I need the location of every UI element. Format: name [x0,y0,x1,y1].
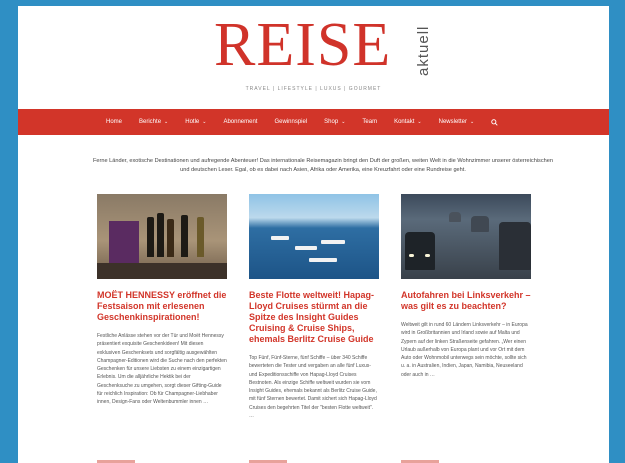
ship [271,236,289,240]
nav-item-newsletter[interactable]: Newsletter ⌄ [439,119,475,125]
article-card: MOËT HENNESSY eröffnet die Festsaison mi… [97,194,227,407]
article-card: Autofahren bei Linksverkehr – was gilt e… [401,194,531,379]
nav-item-gewinnspiel[interactable]: Gewinnspiel [274,119,307,125]
chevron-down-icon: ⌄ [202,119,207,125]
article-title[interactable]: Beste Flotte weltweit! Hapag-Lloyd Cruis… [249,290,379,345]
article-image-champagne[interactable] [97,194,227,279]
nav-item-hotle[interactable]: Hotle ⌄ [185,119,206,125]
bottle [157,213,164,257]
nav-item-team[interactable]: Team [362,119,377,125]
intro-text: Ferne Länder, exotische Destinationen un… [93,158,553,173]
nav-label: Home [106,119,123,125]
headlight [425,254,430,257]
chevron-down-icon: ⌄ [417,119,422,125]
nav-item-shop[interactable]: Shop ⌄ [324,119,345,125]
chevron-down-icon: ⌄ [164,119,169,125]
car [449,212,461,222]
chevron-down-icon: ⌄ [341,119,346,125]
nav-item-kontakt[interactable]: Kontakt ⌄ [394,119,422,125]
nav-label: Kontakt [394,119,415,125]
bottle [167,219,174,257]
chevron-down-icon: ⌄ [469,119,475,125]
headlight [409,254,414,257]
main-navigation: Home Berichte ⌄ Hotle ⌄ Abonnement Gewinns… [18,109,609,135]
bottle [197,217,204,257]
article-excerpt: Top Fünf, Fünf-Sterne, fünf Schiffe – üb… [249,355,377,420]
article-excerpt: Festliche Anlässe stehen vor der Tür und… [97,333,227,406]
article-image-traffic[interactable] [401,194,531,279]
article-card: Beste Flotte weltweit! Hapag-Lloyd Cruis… [249,194,379,420]
ship [295,246,317,250]
nav-label: Team [362,119,378,125]
article-title[interactable]: Autofahren bei Linksverkehr – was gilt e… [401,290,531,312]
bottle [147,217,154,257]
article-title[interactable]: MOËT HENNESSY eröffnet die Festsaison mi… [97,290,227,323]
gift-box [109,221,139,265]
nav-item-home[interactable]: Home [106,119,122,125]
ship [309,258,337,262]
search-icon[interactable] [491,118,498,126]
site-header: REISE aktuell TRAVEL | LIFESTYLE | LUXUS… [18,6,609,106]
ship [321,240,345,244]
car [471,216,489,232]
nav-label: Gewinnspiel [274,119,308,125]
car [499,222,531,270]
nav-label: Abonnement [223,119,258,125]
article-image-cruise[interactable] [249,194,379,279]
page-frame: REISE aktuell TRAVEL | LIFESTYLE | LUXUS… [18,6,609,463]
site-tagline: TRAVEL | LIFESTYLE | LUXUS | GOURMET [245,86,382,92]
nav-label: Shop [324,119,339,125]
nav-label: Berichte [139,119,162,125]
site-logo[interactable]: REISE [214,14,391,76]
bottle [181,215,188,257]
nav-label: Newsletter [438,119,467,125]
display-counter [97,263,227,279]
article-excerpt: Weltweit gilt in rund 60 Ländern Linksve… [401,322,528,378]
car [405,232,435,270]
site-logo-subtitle: aktuell [415,25,432,76]
nav-item-berichte[interactable]: Berichte ⌄ [139,119,168,125]
nav-label: Hotle [185,119,200,125]
nav-item-abonnement[interactable]: Abonnement [223,119,257,125]
